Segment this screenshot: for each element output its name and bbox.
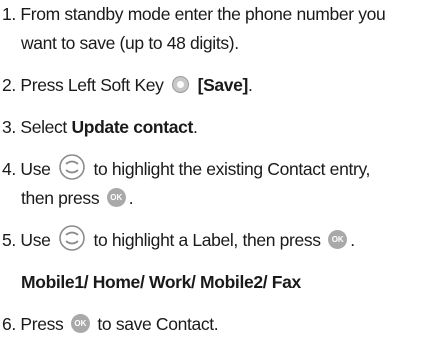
manual-page: 1. From standby mode enter the phone num… [0,0,441,347]
step-1-text-cont: want to save (up to 48 digits). [21,33,239,53]
step-1-line-2: want to save (up to 48 digits). [2,29,441,58]
step-5-text: 5. Use [2,230,51,250]
label-options-text: Mobile1/ Home/ Work/ Mobile2/ Fax [21,272,301,292]
step-6-text: 6. Press [2,314,64,334]
step-3-period: . [192,117,198,137]
navigation-key-icon [59,225,85,252]
step-4-text: 4. Use [2,159,51,179]
step-3-update-contact: Update contact [71,117,193,137]
step-2-save-label: [Save] [197,75,249,95]
step-1-text: 1. From standby mode enter the phone num… [2,4,386,24]
ok-key-icon: OK [70,313,90,333]
step-4-line-2: then press OK. [2,184,441,213]
ok-key-icon: OK [328,229,348,249]
step-2-text: 2. Press Left Soft Key [2,75,164,95]
step-5-period: . [350,230,355,250]
step-2-period: . [248,75,253,95]
navigation-key-icon [59,154,85,181]
left-soft-key-icon [172,75,190,93]
step-4-text-then: then press [21,188,100,208]
step-5-text-mid: to highlight a Label, then press [93,230,322,250]
step-1-line-1: 1. From standby mode enter the phone num… [2,0,438,29]
ok-key-icon: OK [106,187,126,207]
step-4-period: . [128,188,134,208]
label-options: Mobile1/ Home/ Work/ Mobile2/ Fax [2,268,441,297]
step-3-text: 3. Select [2,117,72,137]
step-5: 5. Use to highlight a Label, then press … [2,225,438,255]
step-2: 2. Press Left Soft Key [Save]. [2,71,438,100]
step-6-text-end: to save Contact. [97,314,219,334]
step-6: 6. Press OK to save Contact. [2,310,438,339]
step-4-text-mid: to highlight the existing Contact entry, [93,159,371,179]
step-4-line-1: 4. Use to highlight the existing Contact… [2,154,438,184]
step-3: 3. Select Update contact. [2,113,438,142]
